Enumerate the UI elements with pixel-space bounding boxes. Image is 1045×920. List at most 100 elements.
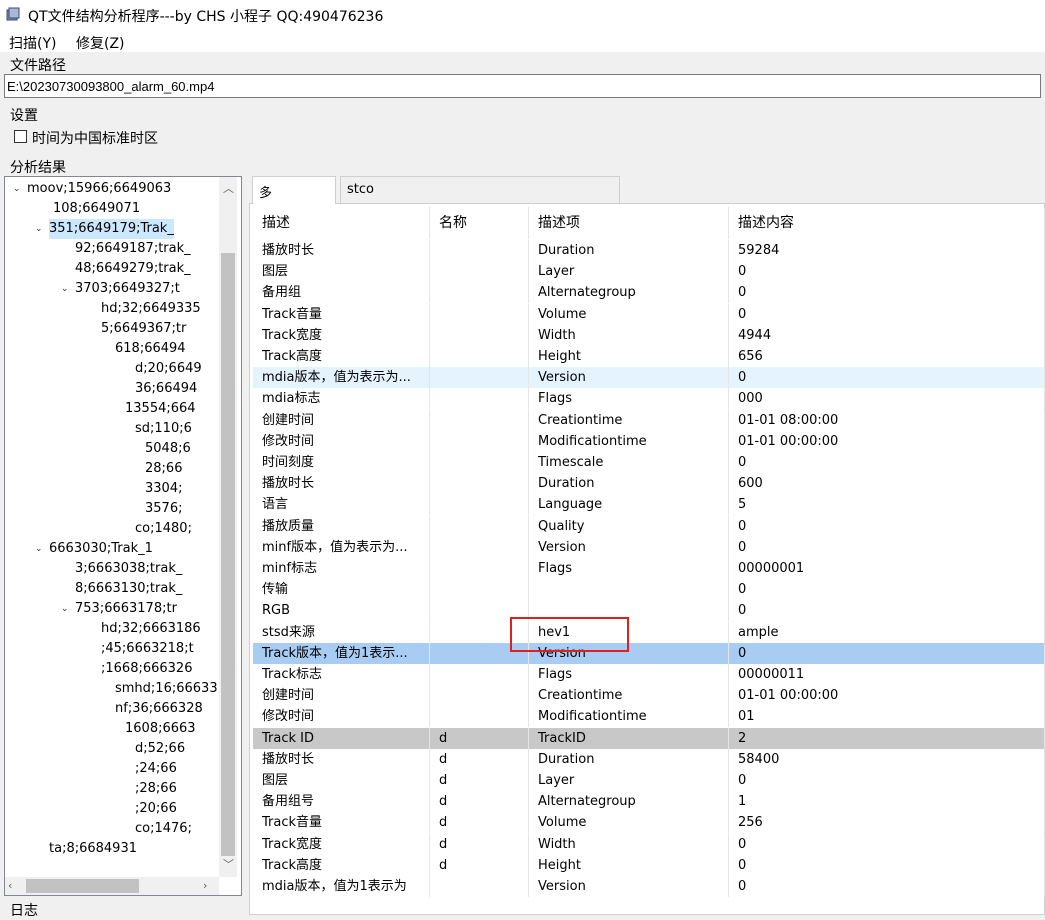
tree-node[interactable]: hd;32;6663186 <box>101 619 201 639</box>
tree-node[interactable]: d;20;6649 <box>135 359 202 379</box>
tree-node[interactable]: 92;6649187;trak_ <box>75 239 191 259</box>
tree-node[interactable]: 3703;6649327;t <box>75 279 180 299</box>
table-row[interactable]: RGB 0 <box>253 600 1045 622</box>
table-row[interactable]: 播放时长 Duration 600 <box>253 473 1045 495</box>
tab-0[interactable]: 多 <box>252 176 336 204</box>
table-cell: Version <box>529 367 729 389</box>
tree-node[interactable]: 108;6649071 <box>53 199 140 219</box>
table-cell: Modificationtime <box>529 706 729 728</box>
table-row[interactable]: Track标志 Flags 00000011 <box>253 664 1045 685</box>
table-row[interactable]: 创建时间 Creationtime 01-01 08:00:00 <box>253 409 1045 431</box>
tree-node[interactable]: moov;15966;6649063 <box>27 179 171 199</box>
table-row[interactable]: 备用组号 d Alternategroup 1 <box>253 791 1045 813</box>
tree-node[interactable]: 753;6663178;tr <box>75 599 177 619</box>
tree-node[interactable]: co;1476; <box>135 819 192 839</box>
scroll-up-icon[interactable]: ︿ <box>223 182 234 196</box>
tab-1[interactable]: stco <box>340 176 620 204</box>
expand-chevron-icon[interactable]: ⌄ <box>61 599 69 619</box>
table-cell: 0 <box>729 854 1045 876</box>
menu-scan[interactable]: 扫描(Y) <box>9 33 56 53</box>
table-cell: Alternategroup <box>529 791 729 813</box>
column-header[interactable]: 描述 <box>253 207 430 239</box>
table-row[interactable]: 图层 Layer 0 <box>253 261 1045 283</box>
tree-node[interactable]: 8;6663130;trak_ <box>75 579 182 599</box>
file-path-input[interactable] <box>4 74 1041 98</box>
table-cell: Layer <box>529 770 729 791</box>
table-row[interactable]: mdia版本，值为1表示为 Version 0 <box>253 876 1045 897</box>
tree-node[interactable]: ;28;66 <box>135 779 177 799</box>
tree-node[interactable]: 1608;6663 <box>125 719 196 739</box>
table-row[interactable]: 语言 Language 5 <box>253 494 1045 516</box>
tree-node[interactable]: sd;110;6 <box>135 419 192 439</box>
scroll-left-icon[interactable]: ‹ <box>8 879 12 893</box>
tree-node[interactable]: 5;6649367;tr <box>101 319 186 339</box>
tree-node[interactable]: 48;6649279;trak_ <box>75 259 191 279</box>
tree-node[interactable]: 3304; <box>145 479 182 499</box>
tree-node[interactable]: ;45;6663218;t <box>101 639 194 659</box>
table-row[interactable]: 播放时长 d Duration 58400 <box>253 748 1045 770</box>
tree-node[interactable]: ;20;66 <box>135 799 177 819</box>
table-row[interactable]: Track ID d TrackID 2 <box>253 727 1045 749</box>
expand-chevron-icon[interactable]: ⌄ <box>61 279 69 299</box>
tree-node[interactable]: co;1480; <box>135 519 192 539</box>
expand-chevron-icon[interactable]: ⌄ <box>13 179 21 199</box>
table-row[interactable]: Track宽度 d Width 0 <box>253 833 1045 855</box>
tree-node[interactable]: 351;6649179;Trak_ <box>49 219 174 239</box>
scroll-down-icon[interactable]: ﹀ <box>223 858 234 872</box>
tree-node[interactable]: 3576; <box>145 499 182 519</box>
table-cell <box>430 388 529 410</box>
tree-node[interactable]: 618;66494 <box>115 339 186 359</box>
table-cell <box>430 558 529 579</box>
table-cell <box>430 600 529 622</box>
tree-node[interactable]: nf;36;666328 <box>115 699 203 719</box>
expand-chevron-icon[interactable]: ⌄ <box>35 539 43 559</box>
atom-tree[interactable]: ⌄ moov;15966;6649063 108;6649071 ⌄ 351;66491… <box>4 176 242 896</box>
table-row[interactable]: Track音量 d Volume 256 <box>253 812 1045 834</box>
utc-checkbox[interactable] <box>14 130 27 143</box>
table-row[interactable]: 修改时间 Modificationtime 01 <box>253 706 1045 728</box>
menu-bar: 扫描(Y) 修复(Z) <box>0 30 1045 52</box>
menu-repair[interactable]: 修复(Z) <box>76 33 125 53</box>
tree-node[interactable]: 5048;6 <box>145 439 191 459</box>
table-row[interactable]: 图层 d Layer 0 <box>253 770 1045 791</box>
table-row[interactable]: mdia版本，值为表示为... Version 0 <box>253 367 1045 389</box>
tree-node[interactable]: smhd;16;66633 <box>115 679 218 699</box>
log-label: 日志 <box>10 903 38 919</box>
column-header[interactable]: 描述项 <box>529 207 729 239</box>
tree-node[interactable]: 36;66494 <box>135 379 197 399</box>
tree-node[interactable]: 6663030;Trak_1 <box>49 539 153 559</box>
table-row[interactable]: 传输 0 <box>253 579 1045 601</box>
table-row[interactable]: Track高度 d Height 0 <box>253 854 1045 876</box>
table-row[interactable]: 修改时间 Modificationtime 01-01 00:00:00 <box>253 430 1045 452</box>
column-header[interactable]: 名称 <box>430 207 529 239</box>
table-row[interactable]: Track版本，值为1表示... Version 0 <box>253 642 1045 664</box>
table-cell: 0 <box>729 833 1045 855</box>
table-row[interactable]: 创建时间 Creationtime 01-01 00:00:00 <box>253 685 1045 707</box>
expand-chevron-icon[interactable]: ⌄ <box>35 219 43 239</box>
tree-node[interactable]: ta;8;6684931 <box>49 839 137 859</box>
tree-vertical-scroll-thumb[interactable] <box>221 253 235 856</box>
tree-horizontal-scroll-thumb[interactable] <box>26 879 139 893</box>
table-row[interactable]: 播放质量 Quality 0 <box>253 515 1045 537</box>
table-row[interactable]: Track宽度 Width 4944 <box>253 324 1045 346</box>
table-row[interactable]: Track音量 Volume 0 <box>253 303 1045 325</box>
tree-node[interactable]: hd;32;6649335 <box>101 299 201 319</box>
table-row[interactable]: minf标志 Flags 00000001 <box>253 558 1045 579</box>
tree-node[interactable]: 13554;664 <box>125 399 196 419</box>
table-row[interactable]: minf版本，值为表示为... Version 0 <box>253 536 1045 558</box>
table-row[interactable]: 时间刻度 Timescale 0 <box>253 452 1045 473</box>
tree-node[interactable]: d;52;66 <box>135 739 185 759</box>
tree-node[interactable]: 28;66 <box>145 459 182 479</box>
table-row[interactable]: 播放时长 Duration 59284 <box>253 240 1045 261</box>
table-cell: 0 <box>729 282 1045 304</box>
tree-node[interactable]: ;24;66 <box>135 759 177 779</box>
table-row[interactable]: mdia标志 Flags 000 <box>253 388 1045 410</box>
table-cell: Language <box>529 494 729 516</box>
scroll-right-icon[interactable]: › <box>203 879 207 893</box>
column-header[interactable]: 描述内容 <box>729 207 1045 239</box>
tree-node[interactable]: 3;6663038;trak_ <box>75 559 182 579</box>
table-row[interactable]: stsd来源 hev1 ample <box>253 621 1045 643</box>
table-row[interactable]: Track高度 Height 656 <box>253 346 1045 367</box>
tree-node[interactable]: ;1668;666326 <box>101 659 192 679</box>
table-row[interactable]: 备用组 Alternategroup 0 <box>253 282 1045 304</box>
